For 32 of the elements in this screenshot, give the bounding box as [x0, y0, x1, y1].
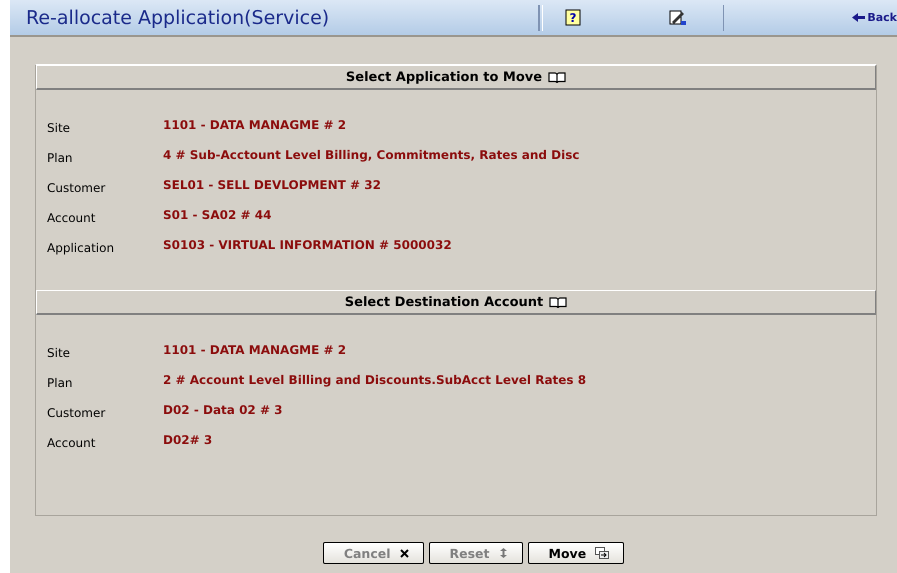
close-icon: [400, 548, 409, 558]
field-label: Plan: [47, 375, 74, 391]
field-value: 1101 - DATA MANAGME # 2: [163, 342, 348, 359]
field-label: Customer: [47, 405, 106, 421]
toolbar-divider: [538, 4, 543, 30]
back-link[interactable]: Back: [852, 11, 897, 24]
field-label: Site: [47, 120, 72, 136]
move-icon: [595, 547, 610, 559]
book-icon[interactable]: [549, 296, 568, 308]
field-value: 1101 - DATA MANAGME # 2: [163, 117, 348, 134]
edit-icon[interactable]: [669, 9, 687, 26]
section-title: Select Application to Move: [346, 70, 542, 84]
field-value: SEL01 - SELL DEVLOPMENT # 32: [163, 177, 382, 194]
field-label: Plan: [47, 150, 74, 166]
field-value: D02 - Data 02 # 3: [163, 402, 284, 419]
field-label: Site: [47, 345, 72, 361]
field-label: Customer: [47, 180, 106, 196]
help-icon[interactable]: ?: [565, 9, 581, 26]
move-button[interactable]: Move: [528, 542, 624, 564]
field-value: S0103 - VIRTUAL INFORMATION # 5000032: [163, 237, 453, 254]
field-value: S01 - SA02 # 44: [163, 207, 272, 224]
field-label: Application: [47, 240, 116, 256]
book-icon[interactable]: [548, 70, 566, 84]
page-title: Re-allocate Application(Service): [26, 6, 330, 28]
toolbar-divider: [723, 4, 724, 30]
field-value: D02# 3: [163, 432, 214, 449]
section-title: Select Destination Account: [344, 294, 544, 310]
arrow-left-icon: [852, 13, 866, 22]
field-value: 2 # Account Level Billing and Discounts.SubAcct Level Rates 8: [163, 372, 588, 389]
field-label: Account: [47, 210, 96, 226]
field-label: Account: [47, 435, 96, 451]
field-value: 4 # Sub-Acctount Level Billing, Commitments, Rates and Disc: [163, 147, 580, 164]
